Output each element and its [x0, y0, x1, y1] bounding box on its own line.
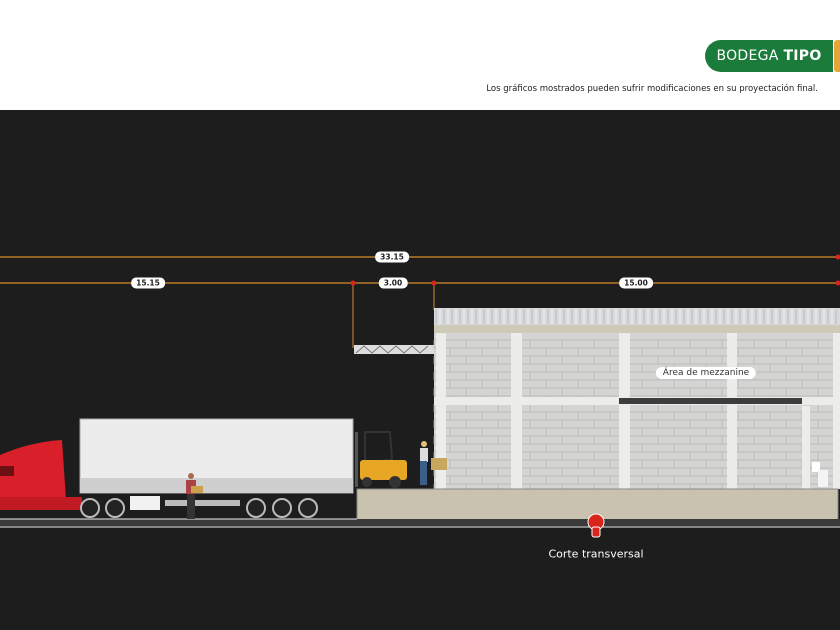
dimension-tick: [835, 254, 840, 260]
brick-wall: [434, 333, 840, 489]
roof-fascia: [434, 325, 840, 333]
dimension-label: 15.00: [619, 277, 653, 289]
dimension-label-total: 33.15: [375, 251, 409, 263]
mezzanine-slab: [619, 398, 802, 404]
truck-trailer: [79, 418, 354, 510]
section-marker-icon[interactable]: [587, 513, 605, 538]
forklift: [355, 431, 407, 488]
dimension-label: 15.15: [131, 277, 165, 289]
section-drawing: [0, 254, 840, 538]
dimension-tick: [835, 280, 840, 286]
mezzanine-area-label: Área de mezzanine: [655, 367, 757, 379]
roof: [434, 308, 840, 325]
dimension-label: 3.00: [378, 277, 408, 289]
dimension-tick: [350, 280, 356, 286]
section-label[interactable]: Corte transversal: [548, 548, 643, 561]
truck-cab: [0, 440, 82, 510]
canopy-truss: [354, 345, 434, 354]
road: [0, 519, 840, 526]
dimension-tick: [431, 280, 437, 286]
warehouse-building: [433, 308, 840, 492]
